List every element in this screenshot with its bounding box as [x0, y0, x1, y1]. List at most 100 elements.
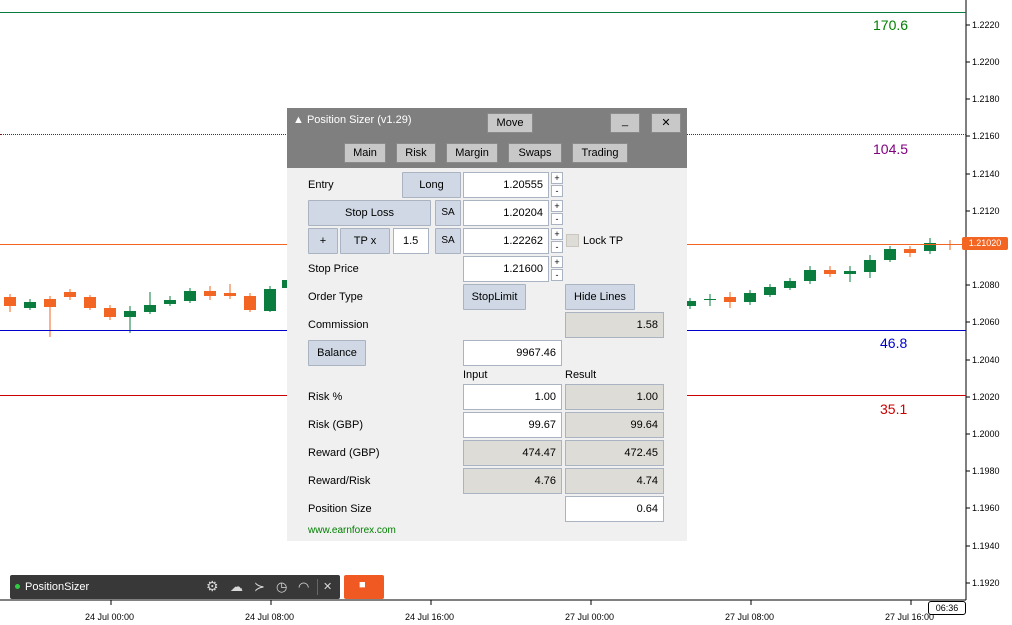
panel-titlebar[interactable]: ▲ Position Sizer (v1.29) Move _ ✕ Main R… — [287, 108, 687, 168]
candle-body — [744, 293, 756, 302]
time-axis-label: 24 Jul 00:00 — [85, 612, 135, 622]
candle-body — [104, 308, 116, 317]
stop-price-distance-label: 46.8 — [880, 335, 908, 351]
commission-value — [565, 312, 664, 338]
candle-body — [44, 299, 56, 307]
candle-body — [784, 281, 796, 288]
lock-tp-label: Lock TP — [583, 235, 624, 247]
position-size-input[interactable] — [565, 496, 664, 522]
stop-loss-decrease[interactable]: - — [551, 213, 563, 225]
tp-multiplier-input[interactable] — [393, 228, 429, 254]
tab-main[interactable]: Main — [344, 143, 386, 163]
current-time-tag: 06:36 — [928, 601, 966, 615]
take-profit-sa-button[interactable]: SA — [435, 228, 461, 254]
current-price-tag: 1.21020 — [962, 237, 1008, 250]
stop-loss-button[interactable]: Stop Loss — [308, 200, 431, 226]
candle-body — [804, 270, 816, 281]
risk-money-result — [565, 412, 664, 438]
hide-lines-button[interactable]: Hide Lines — [565, 284, 635, 310]
stop-price-decrease[interactable]: - — [551, 269, 563, 281]
expert-name[interactable]: PositionSizer — [25, 581, 89, 593]
tab-trading[interactable]: Trading — [572, 143, 628, 163]
candle-body — [144, 305, 156, 312]
move-button[interactable]: Move — [487, 113, 533, 133]
take-profit-increase[interactable]: + — [551, 228, 563, 240]
candle-body — [864, 260, 876, 272]
entry-input[interactable] — [463, 172, 549, 198]
tab-risk[interactable]: Risk — [396, 143, 436, 163]
price-axis-label: 1.2200 — [972, 57, 1000, 67]
candle-body — [824, 270, 836, 274]
risk-percent-input[interactable] — [463, 384, 562, 410]
timer-icon[interactable]: ◷ — [276, 579, 287, 595]
terminal-icon[interactable]: ≻ — [254, 579, 265, 595]
result-column-header: Result — [565, 369, 597, 381]
take-profit-line[interactable] — [0, 12, 966, 13]
position-size-label: Position Size — [308, 503, 372, 515]
reward-money-result — [565, 440, 664, 466]
candle-body — [264, 289, 276, 311]
stop-loss-sa-button[interactable]: SA — [435, 200, 461, 226]
stop-button[interactable]: ■ — [344, 575, 384, 599]
price-axis-label: 1.2160 — [972, 131, 1000, 141]
stop-price-increase[interactable]: + — [551, 256, 563, 268]
price-axis-label: 1.2120 — [972, 206, 1000, 216]
price-axis-label: 1.2180 — [972, 94, 1000, 104]
price-axis-label: 1.2080 — [972, 280, 1000, 290]
candle-body — [904, 249, 916, 253]
candle-body — [704, 299, 716, 300]
reward-risk-input — [463, 468, 562, 494]
balance-input[interactable] — [463, 340, 562, 366]
tp-multiplier-button[interactable]: TP x — [340, 228, 390, 254]
running-status-dot — [15, 584, 20, 589]
price-axis-label: 1.2140 — [972, 169, 1000, 179]
balance-button[interactable]: Balance — [308, 340, 366, 366]
candle-body — [184, 291, 196, 301]
direction-button[interactable]: Long — [402, 172, 461, 198]
candle-body — [724, 297, 736, 302]
sl-distance-label: 35.1 — [880, 401, 908, 417]
candle-body — [24, 302, 36, 308]
order-type-label: Order Type — [308, 291, 363, 303]
stop-price-input[interactable] — [463, 256, 549, 282]
close-panel-button[interactable]: ✕ — [651, 113, 681, 133]
toolbar-divider — [317, 579, 318, 595]
tab-margin[interactable]: Margin — [446, 143, 498, 163]
order-type-button[interactable]: StopLimit — [463, 284, 526, 310]
price-axis-label: 1.2020 — [972, 392, 1000, 402]
cloud-icon[interactable]: ☁ — [230, 579, 243, 595]
candle-body — [764, 287, 776, 295]
price-axis-label: 1.2060 — [972, 317, 1000, 327]
entry-increase[interactable]: + — [551, 172, 563, 184]
candle-body — [224, 293, 236, 296]
candle-body — [164, 300, 176, 304]
lock-tp-checkbox[interactable] — [566, 234, 579, 247]
candle-body — [244, 296, 256, 310]
entry-decrease[interactable]: - — [551, 185, 563, 197]
expert-toolbar: PositionSizer ⚙ ☁ ≻ ◷ ◠ ✕ — [10, 575, 340, 599]
reward-risk-label: Reward/Risk — [308, 475, 371, 487]
price-axis-label: 1.1940 — [972, 541, 1000, 551]
risk-money-input[interactable] — [463, 412, 562, 438]
tab-swaps[interactable]: Swaps — [508, 143, 562, 163]
position-sizer-panel: ▲ Position Sizer (v1.29) Move _ ✕ Main R… — [287, 108, 687, 541]
time-axis-label: 27 Jul 16:00 — [885, 612, 935, 622]
candle-body — [84, 297, 96, 308]
gauge-icon[interactable]: ◠ — [298, 579, 309, 595]
take-profit-decrease[interactable]: - — [551, 241, 563, 253]
candle-body — [124, 311, 136, 317]
stop-loss-increase[interactable]: + — [551, 200, 563, 212]
tp-distance-label: 170.6 — [873, 17, 909, 33]
close-icon[interactable]: ✕ — [323, 580, 332, 593]
price-axis-label: 1.2000 — [972, 429, 1000, 439]
price-axis-label: 1.2040 — [972, 355, 1000, 365]
settings-icon[interactable]: ⚙ — [206, 578, 219, 595]
add-tp-button[interactable]: + — [308, 228, 338, 254]
stop-loss-input[interactable] — [463, 200, 549, 226]
minimize-button[interactable]: _ — [610, 113, 640, 133]
website-link[interactable]: www.earnforex.com — [308, 525, 396, 536]
stop-price-label: Stop Price — [308, 263, 359, 275]
stop-icon: ■ — [359, 579, 366, 591]
take-profit-input[interactable] — [463, 228, 549, 254]
time-axis-label: 27 Jul 00:00 — [565, 612, 615, 622]
